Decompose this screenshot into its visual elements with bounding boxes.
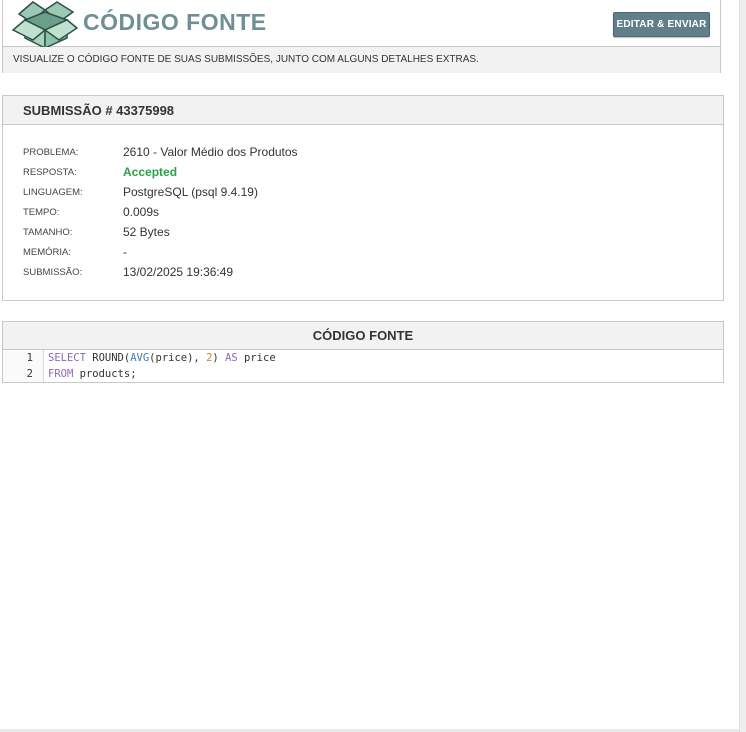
info-label: RESPOSTA: bbox=[23, 167, 77, 178]
header-card: CÓDIGO FONTE EDITAR & ENVIAR VISUALIZE O… bbox=[2, 0, 721, 73]
info-label: TEMPO: bbox=[23, 207, 60, 218]
code-token: ROUND( bbox=[85, 352, 131, 364]
submission-card: SUBMISSÃO # 43375998 PROBLEMA: 2610 - Va… bbox=[2, 95, 724, 301]
info-row-problem: PROBLEMA: 2610 - Valor Médio dos Produto… bbox=[23, 145, 703, 163]
info-row-memory: MEMÓRIA: - bbox=[23, 245, 703, 263]
edit-submit-button[interactable]: EDITAR & ENVIAR bbox=[613, 12, 710, 37]
info-row-answer: RESPOSTA: Accepted bbox=[23, 165, 703, 183]
header-bar: CÓDIGO FONTE EDITAR & ENVIAR bbox=[3, 0, 720, 50]
code-token: AS bbox=[225, 352, 238, 364]
submitted-at-value: 13/02/2025 19:36:49 bbox=[123, 265, 234, 279]
code-line: 1 SELECT ROUND(AVG(price), 2) AS price bbox=[3, 351, 723, 367]
size-value: 52 Bytes bbox=[123, 225, 170, 239]
code-token: AVG bbox=[130, 352, 150, 364]
answer-status: Accepted bbox=[123, 165, 178, 179]
info-row-submitted: SUBMISSÃO: 13/02/2025 19:36:49 bbox=[23, 265, 703, 283]
code-token: price bbox=[237, 352, 276, 364]
language-value: PostgreSQL (psql 9.4.19) bbox=[123, 185, 258, 199]
source-code-card: CÓDIGO FONTE 1 SELECT ROUND(AVG(price), 2… bbox=[2, 321, 724, 383]
info-label: SUBMISSÃO: bbox=[23, 267, 83, 278]
info-label: PROBLEMA: bbox=[23, 147, 79, 158]
problem-link[interactable]: 2610 - Valor Médio dos Produtos bbox=[123, 145, 298, 159]
info-row-size: TAMANHO: 52 Bytes bbox=[23, 225, 703, 243]
info-label: TAMANHO: bbox=[23, 227, 73, 238]
info-label: MEMÓRIA: bbox=[23, 247, 72, 258]
submission-heading: SUBMISSÃO # 43375998 bbox=[23, 103, 175, 118]
info-label: LINGUAGEM: bbox=[23, 187, 83, 198]
page-description-text: VISUALIZE O CÓDIGO FONTE DE SUAS SUBMISS… bbox=[13, 54, 479, 65]
line-number: 1 bbox=[26, 352, 33, 364]
page-title: CÓDIGO FONTE bbox=[83, 9, 267, 35]
code-token: SELECT bbox=[48, 352, 86, 364]
code-text: SELECT ROUND(AVG(price), 2) AS price bbox=[48, 352, 276, 364]
scrollbar[interactable] bbox=[739, 0, 746, 732]
code-text: FROM products; bbox=[48, 368, 137, 380]
info-row-time: TEMPO: 0.009s bbox=[23, 205, 703, 223]
code-token: products; bbox=[73, 368, 137, 380]
code-token: FROM bbox=[48, 368, 74, 380]
code-line: 2 FROM products; bbox=[3, 367, 723, 383]
memory-value: - bbox=[123, 245, 127, 259]
page-description: VISUALIZE O CÓDIGO FONTE DE SUAS SUBMISS… bbox=[3, 47, 720, 73]
code-token: (price), bbox=[149, 352, 207, 364]
info-row-language: LINGUAGEM: PostgreSQL (psql 9.4.19) bbox=[23, 185, 703, 203]
source-code-heading: CÓDIGO FONTE bbox=[312, 328, 414, 343]
source-code-header: CÓDIGO FONTE bbox=[3, 322, 723, 350]
line-number: 2 bbox=[26, 368, 33, 380]
code-token: ) bbox=[212, 352, 226, 364]
submission-header: SUBMISSÃO # 43375998 bbox=[3, 96, 723, 125]
open-box-icon bbox=[11, 0, 79, 50]
time-value: 0.009s bbox=[123, 205, 160, 219]
